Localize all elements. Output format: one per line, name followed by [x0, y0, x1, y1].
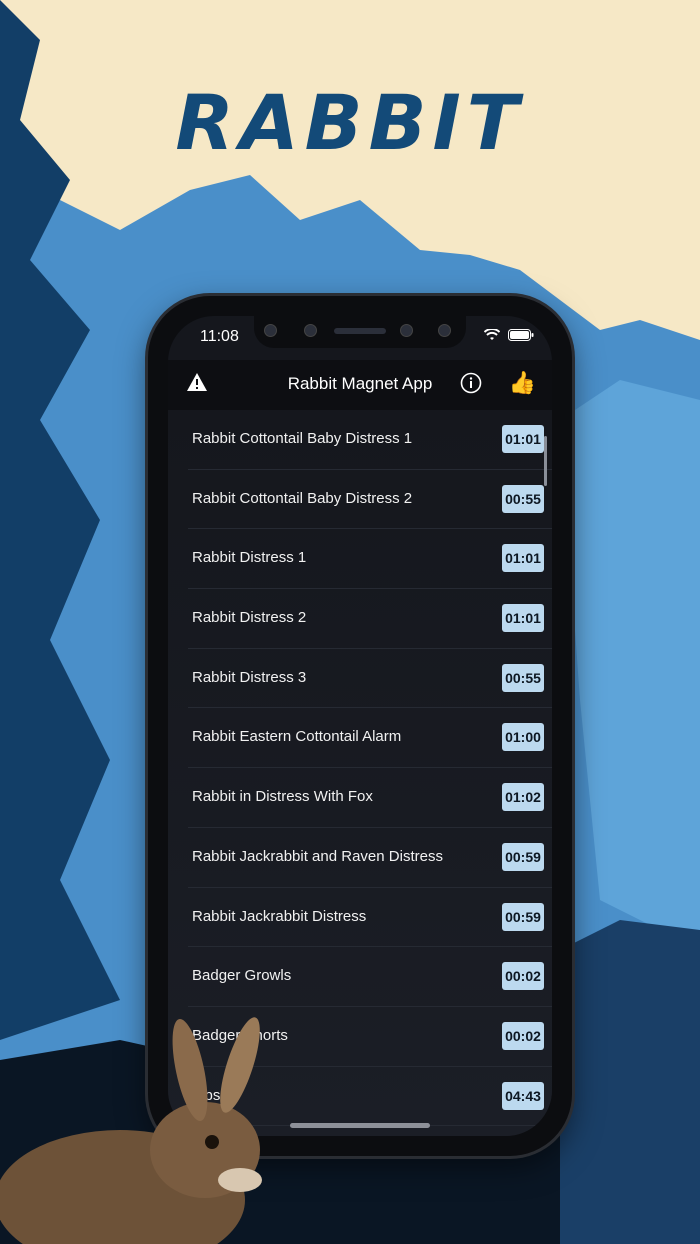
sound-name: Rabbit Distress 3 [192, 668, 307, 686]
status-icons [484, 329, 534, 341]
list-item[interactable]: Rabbit in Distress With Fox 01:02 [188, 768, 552, 828]
duration-badge: 01:01 [502, 544, 544, 573]
duration-badge: 00:55 [502, 663, 544, 692]
duration-badge: 00:02 [502, 1021, 544, 1050]
list-item[interactable]: Rabbit Cottontail Baby Distress 1 01:01 [188, 410, 552, 470]
wifi-icon [484, 329, 500, 340]
sound-name: Rabbit in Distress With Fox [192, 788, 373, 806]
list-item[interactable]: Rabbit Distress 1 01:01 [188, 529, 552, 590]
duration-badge: 04:43 [502, 1081, 544, 1110]
battery-icon [508, 329, 534, 341]
sound-name: Rabbit Eastern Cottontail Alarm [192, 728, 402, 746]
status-time: 11:08 [200, 328, 239, 345]
list-item[interactable]: Badger Growls 00:02 [188, 947, 552, 1007]
duration-badge: 01:01 [502, 425, 544, 453]
nav-title: Rabbit Magnet App [287, 374, 433, 393]
sound-name: Rabbit Jackrabbit Distress [192, 907, 367, 925]
camera-dot [304, 324, 317, 337]
navigation-bar: Rabbit Magnet App 👍 [168, 360, 552, 410]
list-item[interactable]: Rabbit Jackrabbit Distress 00:59 [188, 888, 552, 948]
sound-name: Rabbit Distress 2 [192, 609, 307, 627]
list-item[interactable]: Rabbit Eastern Cottontail Alarm 01:00 [188, 708, 552, 769]
sound-name: Rabbit Cottontail Baby Distress 1 [192, 430, 413, 447]
sound-name: Rabbit Jackrabbit and Raven Distress [192, 847, 443, 865]
duration-badge: 01:00 [502, 723, 544, 752]
duration-badge: 01:01 [502, 604, 544, 633]
thumbs-up-icon[interactable]: 👍 [509, 370, 536, 396]
home-indicator [290, 1123, 430, 1128]
camera-dot [438, 324, 451, 337]
duration-badge: 00:02 [502, 962, 544, 991]
list-item[interactable]: Rabbit Distress 3 00:55 [188, 649, 552, 709]
info-icon[interactable] [460, 372, 482, 394]
sound-name: Rabbit Cottontail Baby Distress 2 [192, 489, 413, 507]
speaker-grille [334, 328, 386, 334]
list-item[interactable]: Rabbit Jackrabbit and Raven Distress 00:5… [188, 828, 552, 888]
rabbit-image [0, 1017, 262, 1244]
list-item[interactable]: Rabbit Cottontail Baby Distress 2 00:55 [188, 470, 552, 530]
camera-dot [264, 324, 277, 337]
camera-notch [254, 316, 466, 348]
camera-dot [400, 324, 413, 337]
duration-badge: 01:02 [502, 783, 544, 812]
brand-logo: RABBIT [175, 78, 525, 167]
duration-badge: 00:55 [502, 484, 544, 513]
sound-name: Badger Growls [192, 967, 292, 985]
duration-badge: 00:59 [502, 842, 544, 871]
sound-name: Rabbit Distress 1 [192, 549, 307, 567]
scrollbar[interactable] [544, 436, 547, 486]
list-item[interactable]: Rabbit Distress 2 01:01 [188, 589, 552, 649]
duration-badge: 00:59 [502, 902, 544, 931]
